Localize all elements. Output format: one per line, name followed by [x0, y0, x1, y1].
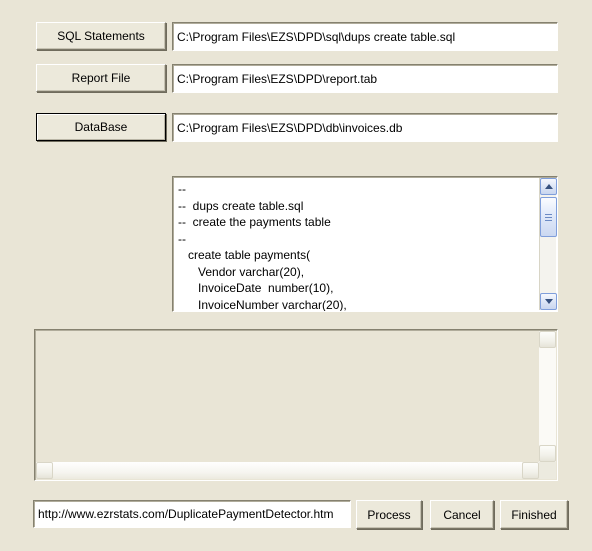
scroll-down-icon[interactable]: [540, 293, 557, 310]
output-horizontal-scrollbar[interactable]: [36, 462, 539, 479]
scroll-right-icon[interactable]: [522, 462, 539, 479]
report-file-button-label: Report File: [71, 71, 131, 85]
finished-button-label: Finished: [511, 507, 557, 522]
output-console[interactable]: [34, 329, 558, 481]
database-button[interactable]: DataBase: [36, 113, 166, 141]
sql-editor-content: -- -- dups create table.sql -- create th…: [178, 182, 347, 312]
cancel-button-label: Cancel: [443, 507, 481, 522]
sql-statements-button-label: SQL Statements: [57, 29, 145, 43]
scroll-up-icon[interactable]: [539, 331, 556, 348]
url-value: http://www.ezrstats.com/DuplicatePayment…: [38, 507, 334, 521]
url-input[interactable]: http://www.ezrstats.com/DuplicatePayment…: [33, 500, 351, 528]
scrollbar-thumb[interactable]: [540, 197, 557, 237]
scrollbar-corner: [539, 462, 556, 479]
sql-statements-button[interactable]: SQL Statements: [36, 22, 166, 50]
sql-editor-vertical-scrollbar[interactable]: [539, 178, 557, 310]
scroll-up-icon[interactable]: [540, 178, 557, 195]
finished-button[interactable]: Finished: [500, 500, 568, 529]
report-file-path-input[interactable]: C:\Program Files\EZS\DPD\report.tab: [172, 64, 558, 93]
sql-editor-textarea[interactable]: -- -- dups create table.sql -- create th…: [172, 176, 558, 312]
database-button-label: DataBase: [74, 120, 128, 134]
process-button-label: Process: [367, 507, 411, 522]
report-file-path-value: C:\Program Files\EZS\DPD\report.tab: [177, 71, 378, 86]
scroll-down-icon[interactable]: [539, 445, 556, 462]
database-path-input[interactable]: C:\Program Files\EZS\DPD\db\invoices.db: [172, 113, 558, 142]
database-path-value: C:\Program Files\EZS\DPD\db\invoices.db: [177, 120, 403, 135]
cancel-button[interactable]: Cancel: [430, 500, 494, 529]
process-button[interactable]: Process: [356, 500, 422, 529]
grip-icon: [545, 212, 552, 223]
report-file-button[interactable]: Report File: [36, 64, 166, 92]
scroll-left-icon[interactable]: [36, 462, 53, 479]
sql-statements-path-input[interactable]: C:\Program Files\EZS\DPD\sql\dups create…: [172, 22, 558, 51]
output-vertical-scrollbar[interactable]: [539, 331, 556, 462]
sql-statements-path-value: C:\Program Files\EZS\DPD\sql\dups create…: [177, 29, 456, 44]
